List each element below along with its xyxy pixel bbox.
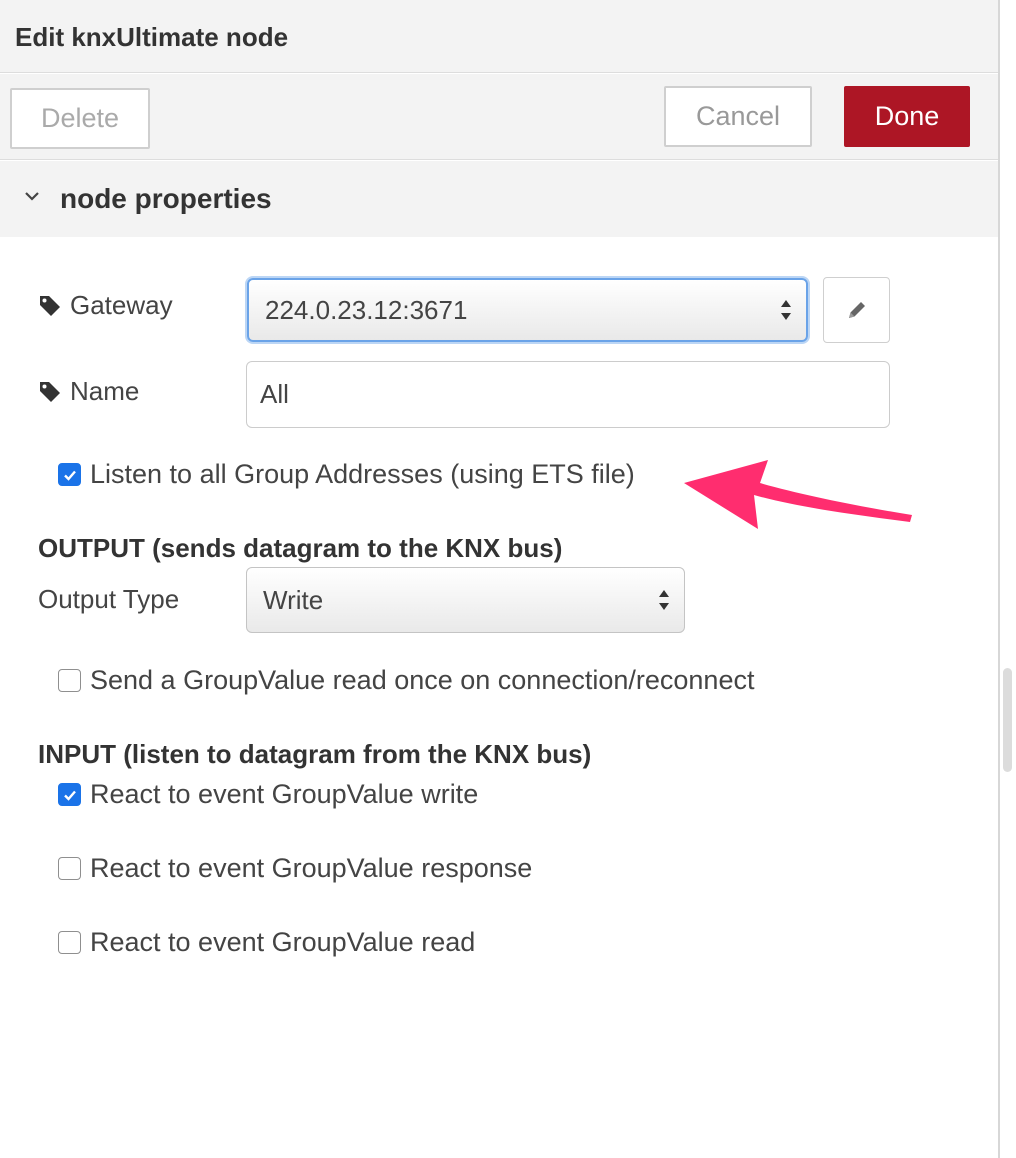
select-arrows-icon <box>781 300 791 320</box>
output-type-value: Write <box>263 584 324 615</box>
edit-gateway-button[interactable] <box>823 277 890 343</box>
pink-arrow-icon <box>684 460 912 529</box>
output-type-label: Output Type <box>38 584 180 614</box>
react-read-checkbox[interactable] <box>58 931 81 954</box>
check-icon <box>63 790 76 801</box>
edit-node-tray: Edit knxUltimate node Delete Cancel Done… <box>0 0 999 1158</box>
react-write-label: React to event GroupValue write <box>90 779 479 809</box>
tag-icon <box>40 295 60 316</box>
react-response-checkbox[interactable] <box>58 857 81 880</box>
gateway-label-text: Gateway <box>70 290 173 320</box>
read-on-connect-option[interactable]: Send a GroupValue read once on connectio… <box>58 665 754 696</box>
listen-all-checkbox[interactable] <box>58 463 81 486</box>
check-icon <box>63 470 76 481</box>
output-heading: OUTPUT (sends datagram to the KNX bus) <box>38 533 563 563</box>
listen-all-label: Listen to all Group Addresses (using ETS… <box>90 459 635 489</box>
name-label: Name <box>38 376 139 407</box>
name-label-text: Name <box>70 376 140 406</box>
listen-all-option[interactable]: Listen to all Group Addresses (using ETS… <box>58 459 635 490</box>
gateway-select[interactable]: 224.0.23.12:3671 <box>247 278 808 342</box>
react-read-label: React to event GroupValue read <box>90 927 476 957</box>
node-properties-header[interactable]: node properties <box>0 161 998 237</box>
tray-title: Edit knxUltimate node <box>15 22 289 52</box>
chevron-down-icon <box>25 192 39 201</box>
tag-icon <box>40 381 60 402</box>
scrollbar-thumb[interactable] <box>1003 668 1012 772</box>
tray-toolbar: Delete Cancel Done <box>0 74 998 160</box>
tray-header: Edit knxUltimate node <box>0 0 998 73</box>
gateway-select-value: 224.0.23.12:3671 <box>265 294 468 325</box>
pencil-icon <box>848 302 865 318</box>
react-response-option[interactable]: React to event GroupValue response <box>58 853 532 884</box>
react-response-label: React to event GroupValue response <box>90 853 533 883</box>
react-write-checkbox[interactable] <box>58 783 81 806</box>
done-button[interactable]: Done <box>844 86 970 147</box>
scrollbar-track[interactable] <box>1000 0 1016 1158</box>
select-arrows-icon <box>659 590 669 610</box>
read-on-connect-checkbox[interactable] <box>58 669 81 692</box>
gateway-label: Gateway <box>38 290 173 321</box>
name-input[interactable] <box>246 361 890 428</box>
delete-button[interactable]: Delete <box>10 88 150 149</box>
react-write-option[interactable]: React to event GroupValue write <box>58 779 478 810</box>
input-heading: INPUT (listen to datagram from the KNX b… <box>38 739 592 769</box>
output-type-select[interactable]: Write <box>246 567 685 633</box>
react-read-option[interactable]: React to event GroupValue read <box>58 927 475 958</box>
section-title: node properties <box>60 183 272 214</box>
read-on-connect-label: Send a GroupValue read once on connectio… <box>90 665 755 695</box>
cancel-button[interactable]: Cancel <box>664 86 812 147</box>
